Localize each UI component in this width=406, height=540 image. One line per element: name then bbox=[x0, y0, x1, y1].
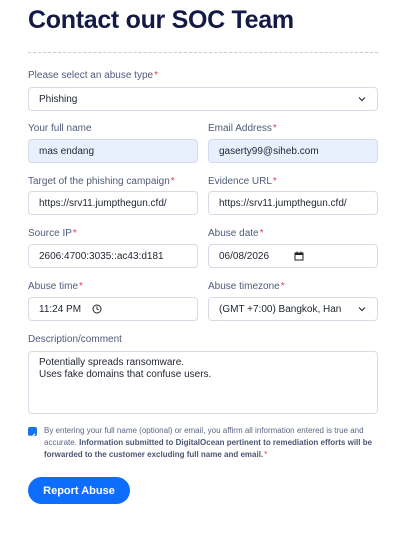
required-mark: * bbox=[280, 281, 285, 292]
source-ip-value: 2606:4700:3035::ac43:d181 bbox=[39, 250, 164, 262]
evidence-value: https://srv11.jumpthegun.cfd/ bbox=[219, 197, 347, 209]
divider bbox=[28, 52, 378, 53]
target-input[interactable]: https://srv11.jumpthegun.cfd/ bbox=[28, 191, 198, 215]
page-title: Contact our SOC Team bbox=[28, 6, 294, 34]
abuse-time-input[interactable]: 11:24 PM bbox=[28, 297, 198, 321]
consent-text: By entering your full name (optional) or… bbox=[44, 425, 384, 461]
email-value: gaserty99@siheb.com bbox=[219, 145, 319, 157]
required-mark: * bbox=[259, 228, 264, 239]
source-ip-label: Source IP* bbox=[28, 228, 77, 239]
description-line: Potentially spreads ransomware. bbox=[39, 357, 185, 368]
evidence-label: Evidence URL* bbox=[208, 176, 277, 187]
description-textarea[interactable]: Potentially spreads ransomware. Uses fak… bbox=[28, 351, 378, 414]
description-label-text: Description/comment bbox=[28, 334, 122, 345]
full-name-value: mas endang bbox=[39, 145, 95, 157]
abuse-time-label: Abuse time* bbox=[28, 281, 83, 292]
evidence-input[interactable]: https://srv11.jumpthegun.cfd/ bbox=[208, 191, 378, 215]
abuse-type-label-text: Please select an abuse type bbox=[28, 70, 154, 81]
description-line: Uses fake domains that confuse users. bbox=[39, 369, 212, 380]
timezone-value: (GMT +7:00) Bangkok, Han bbox=[219, 303, 342, 315]
source-ip-input[interactable]: 2606:4700:3035::ac43:d181 bbox=[28, 244, 198, 268]
check-icon bbox=[29, 433, 36, 439]
consent-checkbox[interactable] bbox=[28, 427, 37, 439]
required-mark: * bbox=[72, 228, 77, 239]
abuse-type-label: Please select an abuse type* bbox=[28, 70, 158, 81]
abuse-time-value: 11:24 PM bbox=[39, 303, 82, 315]
abuse-type-value: Phishing bbox=[39, 93, 78, 105]
abuse-date-label-text: Abuse date bbox=[208, 228, 259, 239]
abuse-date-value: 06/08/2026 bbox=[219, 250, 270, 262]
report-abuse-button[interactable]: Report Abuse bbox=[28, 477, 130, 504]
timezone-label: Abuse timezone* bbox=[208, 281, 285, 292]
required-mark: * bbox=[264, 450, 268, 459]
required-mark: * bbox=[79, 281, 83, 292]
chevron-down-icon bbox=[357, 304, 367, 314]
consent-bold: Information submitted to DigitalOcean pe… bbox=[44, 438, 373, 459]
full-name-label: Your full name bbox=[28, 123, 92, 134]
calendar-icon[interactable] bbox=[294, 251, 304, 261]
required-mark: * bbox=[170, 176, 175, 187]
email-input[interactable]: gaserty99@siheb.com bbox=[208, 139, 378, 163]
abuse-time-label-text: Abuse time bbox=[28, 281, 79, 292]
source-ip-label-text: Source IP bbox=[28, 228, 72, 239]
chevron-down-icon bbox=[357, 94, 367, 104]
email-label-text: Email Address bbox=[208, 123, 272, 134]
required-mark: * bbox=[272, 176, 277, 187]
abuse-date-label: Abuse date* bbox=[208, 228, 264, 239]
description-label: Description/comment bbox=[28, 334, 122, 345]
timezone-select[interactable]: (GMT +7:00) Bangkok, Han bbox=[208, 297, 378, 321]
target-label: Target of the phishing campaign* bbox=[28, 176, 175, 187]
email-label: Email Address* bbox=[208, 123, 277, 134]
abuse-date-input[interactable]: 06/08/2026 bbox=[208, 244, 378, 268]
required-mark: * bbox=[154, 70, 158, 81]
clock-icon[interactable] bbox=[92, 304, 102, 314]
evidence-label-text: Evidence URL bbox=[208, 176, 272, 187]
target-value: https://srv11.jumpthegun.cfd/ bbox=[39, 197, 167, 209]
target-label-text: Target of the phishing campaign bbox=[28, 176, 170, 187]
full-name-label-text: Your full name bbox=[28, 123, 92, 134]
timezone-label-text: Abuse timezone bbox=[208, 281, 280, 292]
required-mark: * bbox=[272, 123, 277, 134]
full-name-input[interactable]: mas endang bbox=[28, 139, 198, 163]
abuse-type-select[interactable]: Phishing bbox=[28, 87, 378, 111]
